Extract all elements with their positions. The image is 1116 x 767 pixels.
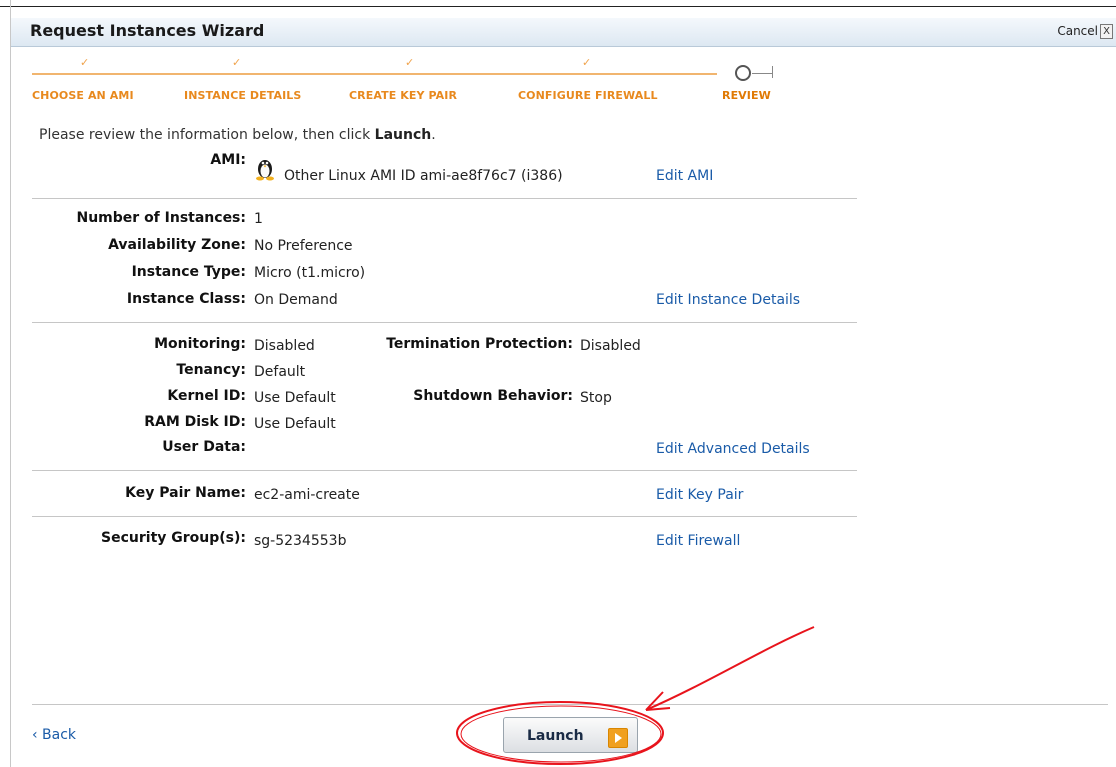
ram-disk-id-label: RAM Disk ID: [144,414,246,430]
monitoring-label: Monitoring: [154,336,246,352]
launch-button[interactable]: Launch [503,717,638,753]
instance-type-label: Instance Type: [131,264,246,280]
back-link[interactable]: ‹ Back [32,727,76,743]
tenancy-label: Tenancy: [176,362,246,378]
section-divider [32,470,857,471]
footer-divider [32,704,1108,705]
key-pair-name-label: Key Pair Name: [125,485,246,501]
check-icon: ✓ [582,56,592,69]
edit-instance-details-link[interactable]: Edit Instance Details [656,292,800,308]
section-divider [32,516,857,517]
step-configure-firewall[interactable]: CONFIGURE FIREWALL [518,89,658,102]
security-groups-label: Security Group(s): [101,530,246,546]
linux-penguin-icon [256,160,274,181]
progress-track-remaining [752,73,772,74]
step-create-key-pair[interactable]: CREATE KEY PAIR [349,89,457,102]
edit-advanced-details-link[interactable]: Edit Advanced Details [656,441,810,457]
wizard-title: Request Instances Wizard [30,21,265,40]
intro-launch-word: Launch [374,127,432,143]
section-divider [32,198,857,199]
close-icon[interactable]: X [1100,24,1113,39]
instance-class-label: Instance Class: [126,291,246,307]
security-groups-value: sg-5234553b [254,533,347,549]
intro-period: . [431,127,436,143]
edit-key-pair-link[interactable]: Edit Key Pair [656,487,743,503]
intro-text: Please review the information below, the… [39,127,375,143]
availability-zone-value: No Preference [254,238,353,254]
section-divider [32,322,857,323]
kernel-id-label: Kernel ID: [167,388,246,404]
check-icon: ✓ [80,56,90,69]
shutdown-behavior-label: Shutdown Behavior: [413,388,573,404]
ami-value: Other Linux AMI ID ami-ae8f76c7 (i386) [284,168,563,184]
current-step-circle-icon [735,65,751,81]
step-review: REVIEW [722,89,771,102]
user-data-label: User Data: [162,439,246,455]
progress-track-end-tick [772,66,773,78]
shutdown-behavior-value: Stop [580,390,612,406]
termination-protection-label: Termination Protection: [386,336,573,352]
tenancy-value: Default [254,364,306,380]
play-arrow-icon [608,728,628,748]
monitoring-value: Disabled [254,338,315,354]
wizard-titlebar: Request Instances Wizard Cancel X [11,18,1116,47]
instance-class-value: On Demand [254,292,338,308]
number-of-instances-label: Number of Instances: [76,210,247,226]
number-of-instances-value: 1 [254,211,263,227]
ram-disk-id-value: Use Default [254,416,336,432]
check-icon: ✓ [405,56,415,69]
step-instance-details[interactable]: INSTANCE DETAILS [184,89,301,102]
kernel-id-value: Use Default [254,390,336,406]
edit-firewall-link[interactable]: Edit Firewall [656,533,740,549]
edit-ami-link[interactable]: Edit AMI [656,168,713,184]
ami-label: AMI: [210,152,246,168]
progress-track [32,73,717,75]
check-icon: ✓ [232,56,242,69]
step-choose-ami[interactable]: CHOOSE AN AMI [32,89,134,102]
cancel-link[interactable]: Cancel [1057,24,1098,38]
instance-type-value: Micro (t1.micro) [254,265,366,281]
review-instructions: Please review the information below, the… [39,127,436,143]
key-pair-name-value: ec2-ami-create [254,487,360,503]
termination-protection-value: Disabled [580,338,641,354]
availability-zone-label: Availability Zone: [108,237,246,253]
wizard-frame [10,0,1116,767]
launch-button-label: Launch [527,728,584,744]
